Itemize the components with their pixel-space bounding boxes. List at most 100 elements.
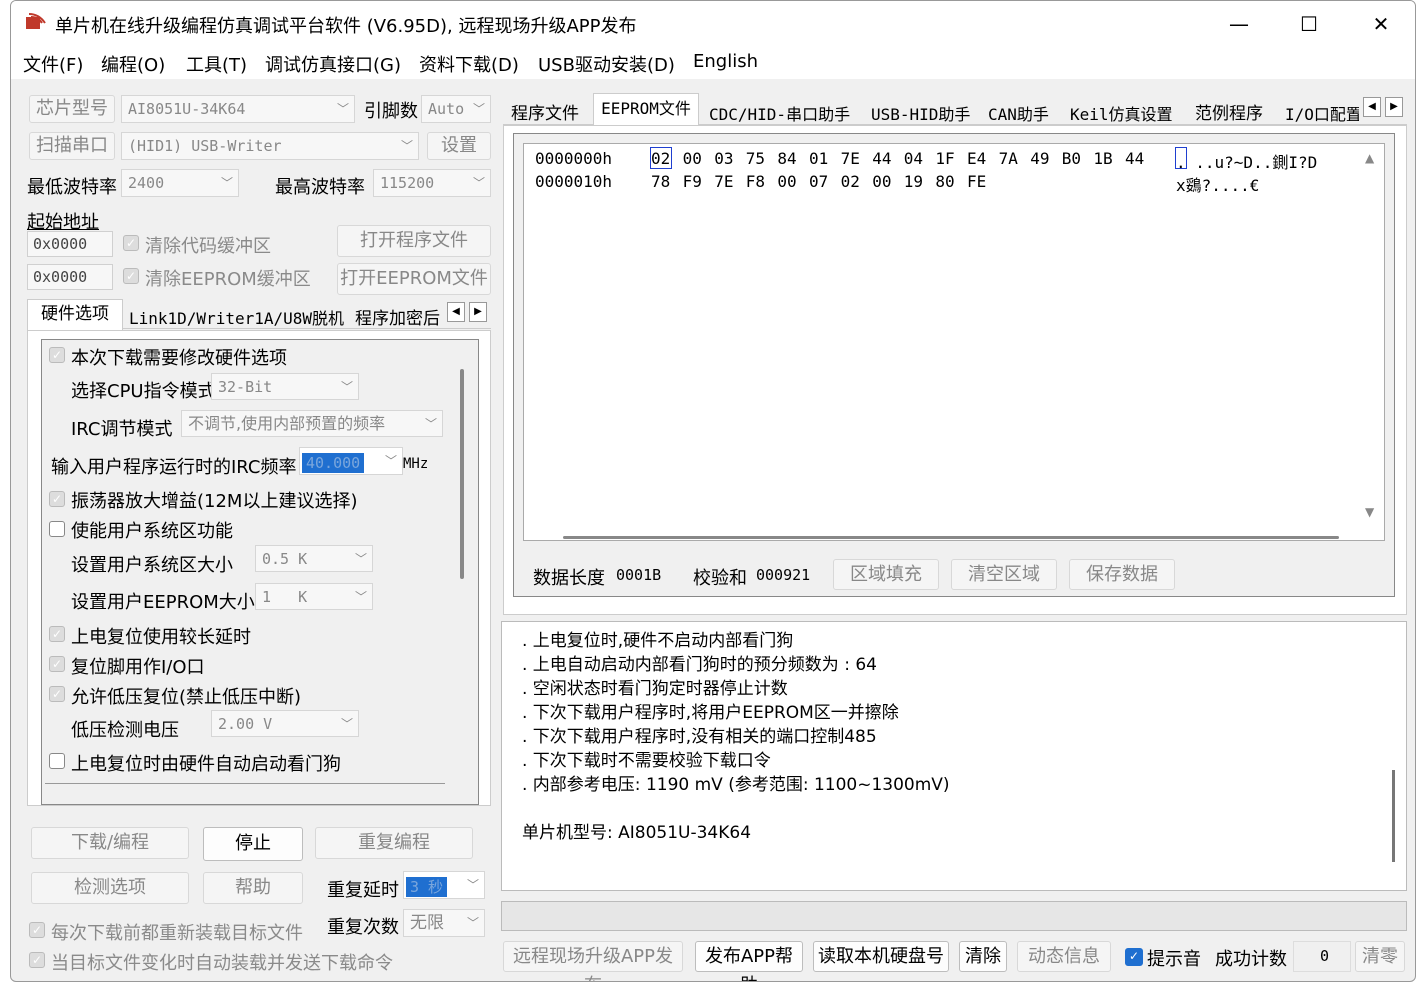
menu-program[interactable]: 编程(O) (101, 51, 165, 77)
detect-options-button[interactable]: 检测选项 (31, 872, 189, 904)
chip-model-select[interactable]: AI8051U-34K64 ﹀ (121, 95, 355, 123)
hex-byte[interactable]: 00 (777, 172, 796, 191)
tab-cdc-hid[interactable]: CDC/HID-串口助手 (709, 101, 850, 125)
clear-eeprom-checkbox[interactable]: ✓ (123, 268, 139, 284)
hex-hscrollbar[interactable] (563, 536, 1339, 539)
start-address-input[interactable]: 0x0000 (27, 231, 113, 257)
hex-byte[interactable]: 07 (809, 172, 828, 191)
remote-app-button[interactable]: 远程现场升级APP发布 (503, 941, 683, 981)
tab-encryption[interactable]: 程序加密后 (355, 304, 445, 329)
hex-byte[interactable]: 7E (841, 149, 860, 168)
repeat-count-select[interactable]: 无限 ﹀ (403, 909, 485, 937)
eeprom-size-select[interactable]: 1 K ﹀ (255, 583, 373, 610)
fill-area-button[interactable]: 区域填充 (833, 559, 939, 590)
right-tab-scroll-right-icon[interactable]: ▶ (1385, 97, 1403, 117)
save-data-button[interactable]: 保存数据 (1069, 559, 1175, 590)
hex-byte[interactable]: 01 (809, 149, 828, 168)
settings-button[interactable]: 设置 (427, 132, 491, 160)
minimize-button[interactable]: — (1217, 7, 1261, 41)
tab-hardware-options[interactable]: 硬件选项 (27, 299, 123, 330)
hex-byte[interactable]: 49 (1030, 149, 1049, 168)
max-baud-select[interactable]: 115200 ﹀ (373, 169, 491, 197)
hex-byte[interactable]: 78 (651, 172, 670, 191)
reprogram-button[interactable]: 重复编程 (315, 827, 473, 859)
reload-each-checkbox[interactable]: ✓ (29, 922, 45, 938)
hex-byte[interactable]: F9 (683, 172, 702, 191)
tab-program-file[interactable]: 程序文件 (511, 99, 579, 124)
reset-count-button[interactable]: 清零 (1355, 941, 1405, 972)
hex-scroll-down-icon[interactable]: ▼ (1365, 505, 1374, 519)
menu-download[interactable]: 资料下载(D) (419, 51, 519, 77)
hex-byte[interactable]: 80 (935, 172, 954, 191)
hex-byte[interactable]: 44 (1125, 149, 1144, 168)
right-tab-scroll-left-icon[interactable]: ◀ (1363, 97, 1381, 117)
hex-byte[interactable]: 02 (841, 172, 860, 191)
hex-byte[interactable]: 19 (904, 172, 923, 191)
menu-file[interactable]: 文件(F) (23, 51, 83, 77)
hex-byte[interactable]: FE (967, 172, 986, 191)
long-delay-checkbox[interactable]: ✓ (49, 626, 65, 642)
hex-byte[interactable]: 7A (999, 149, 1018, 168)
hex-byte[interactable]: 75 (746, 149, 765, 168)
open-program-button[interactable]: 打开程序文件 (337, 225, 491, 257)
tab-examples[interactable]: 范例程序 (1195, 99, 1263, 124)
tab-can[interactable]: CAN助手 (988, 101, 1049, 125)
hex-byte[interactable]: 03 (714, 149, 733, 168)
open-eeprom-button[interactable]: 打开EEPROM文件 (337, 263, 491, 295)
stop-button[interactable]: 停止 (203, 827, 303, 861)
irc-mode-select[interactable]: 不调节,使用内部预置的频率 ﹀ (181, 410, 443, 437)
hex-byte[interactable]: 1F (935, 149, 954, 168)
eeprom-address-input[interactable]: 0x0000 (27, 264, 113, 290)
clear-area-button[interactable]: 清空区域 (951, 559, 1057, 590)
lvr-checkbox[interactable]: ✓ (49, 686, 65, 702)
tab-scroll-right-icon[interactable]: ▶ (469, 302, 487, 322)
publish-help-button[interactable]: 发布APP帮助 (695, 941, 803, 981)
hex-byte[interactable]: 00 (872, 172, 891, 191)
user-sys-size-select[interactable]: 0.5 K ﹀ (255, 545, 373, 572)
hex-byte[interactable]: 7E (714, 172, 733, 191)
user-sys-checkbox[interactable] (49, 521, 65, 537)
repeat-delay-select[interactable]: 3 秒 ﹀ (403, 871, 485, 899)
dynamic-info-button[interactable]: 动态信息 (1017, 941, 1111, 972)
close-button[interactable]: ✕ (1359, 7, 1403, 41)
port-select[interactable]: (HID1) USB-Writer ﹀ (121, 132, 419, 160)
auto-reload-checkbox[interactable]: ✓ (29, 952, 45, 968)
menu-debug[interactable]: 调试仿真接口(G) (265, 51, 401, 77)
read-disk-button[interactable]: 读取本机硬盘号 (813, 941, 949, 972)
scan-port-button[interactable]: 扫描串口 (29, 132, 115, 160)
hex-scroll-up-icon[interactable]: ▲ (1365, 151, 1374, 165)
hex-byte[interactable]: F8 (746, 172, 765, 191)
tab-scroll-left-icon[interactable]: ◀ (447, 302, 465, 322)
hex-byte[interactable]: 44 (872, 149, 891, 168)
tab-offline[interactable]: Link1D/Writer1A/U8W脱机 (129, 305, 344, 329)
menu-usb-driver[interactable]: USB驱动安装(D) (538, 51, 675, 77)
clear-log-button[interactable]: 清除 (959, 941, 1007, 972)
maximize-button[interactable]: ☐ (1287, 7, 1331, 41)
tab-eeprom-file[interactable]: EEPROM文件 (593, 93, 699, 127)
reset-io-checkbox[interactable]: ✓ (49, 656, 65, 672)
hex-byte[interactable]: 02 (651, 149, 670, 168)
cpu-mode-select[interactable]: 32-Bit ﹀ (211, 373, 359, 400)
hex-byte[interactable]: 00 (683, 149, 702, 168)
tab-io-config[interactable]: I/O口配置 (1285, 101, 1359, 125)
irc-freq-select[interactable]: 40.000 ﹀ (299, 447, 403, 475)
help-button[interactable]: 帮助 (203, 872, 303, 904)
menu-tools[interactable]: 工具(T) (186, 51, 247, 77)
min-baud-select[interactable]: 2400 ﹀ (121, 169, 239, 197)
download-button[interactable]: 下载/编程 (31, 827, 189, 859)
wdt-checkbox[interactable] (49, 753, 65, 769)
pin-count-select[interactable]: Auto ﹀ (421, 95, 491, 123)
tab-usb-hid[interactable]: USB-HID助手 (871, 101, 970, 125)
modify-hw-checkbox[interactable]: ✓ (49, 347, 65, 363)
menu-english[interactable]: English (693, 51, 758, 72)
hex-byte[interactable]: 1B (1093, 149, 1112, 168)
tab-keil[interactable]: Keil仿真设置 (1070, 101, 1173, 125)
osc-gain-checkbox[interactable]: ✓ (49, 491, 65, 507)
hex-byte[interactable]: E4 (967, 149, 986, 168)
hex-byte[interactable]: B0 (1062, 149, 1081, 168)
beep-checkbox[interactable]: ✓ (1125, 948, 1143, 966)
vertical-scrollbar[interactable] (460, 369, 464, 579)
hex-byte[interactable]: 04 (904, 149, 923, 168)
hex-byte[interactable]: 84 (777, 149, 796, 168)
log-scrollbar[interactable] (1392, 770, 1395, 862)
